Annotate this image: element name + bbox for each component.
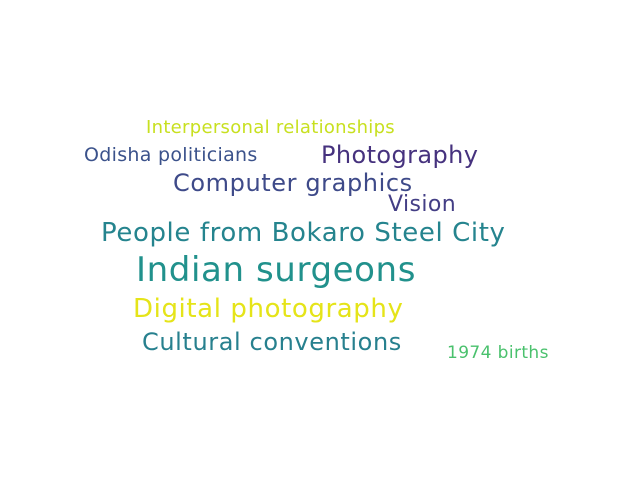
word-indian-surgeons: Indian surgeons (136, 250, 417, 290)
word-photography: Photography (321, 141, 479, 169)
word-cloud: Interpersonal relationships Odisha polit… (0, 0, 640, 480)
word-people-from-bokaro-steel-city: People from Bokaro Steel City (101, 218, 506, 248)
word-digital-photography: Digital photography (133, 294, 404, 324)
word-cultural-conventions: Cultural conventions (142, 328, 402, 356)
word-computer-graphics: Computer graphics (173, 169, 413, 197)
word-1974-births: 1974 births (447, 343, 549, 363)
word-odisha-politicians: Odisha politicians (84, 144, 258, 166)
word-vision: Vision (388, 192, 457, 217)
word-interpersonal-relationships: Interpersonal relationships (146, 117, 395, 138)
